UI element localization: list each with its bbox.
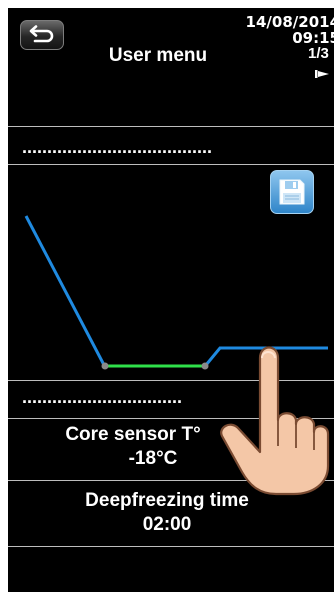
divider bbox=[8, 546, 334, 547]
parameter-field-2[interactable]: ................................ bbox=[22, 388, 182, 406]
divider bbox=[8, 164, 334, 165]
page-indicator: 1/3 bbox=[308, 45, 329, 62]
back-arrow-icon bbox=[29, 25, 54, 43]
datetime-display: 14/08/2014 09:15 bbox=[230, 14, 334, 46]
date-text: 14/08/2014 bbox=[245, 13, 334, 31]
next-page-button[interactable] bbox=[315, 66, 331, 84]
page-title: User menu bbox=[108, 45, 208, 66]
floppy-disk-icon bbox=[279, 179, 305, 205]
time-text: 09:15 bbox=[292, 29, 334, 47]
device-screen: 14/08/2014 09:15 User menu 1/3 .........… bbox=[8, 8, 334, 592]
curve-node bbox=[201, 362, 209, 370]
deepfreezing-time-value: 02:00 bbox=[142, 514, 192, 535]
arrow-right-icon bbox=[315, 70, 329, 78]
curve-node bbox=[101, 362, 109, 370]
divider bbox=[8, 126, 334, 127]
pointing-hand-icon bbox=[220, 346, 330, 496]
parameter-field-1[interactable]: ...................................... bbox=[22, 138, 212, 156]
cooling-curve-segment bbox=[24, 215, 106, 366]
